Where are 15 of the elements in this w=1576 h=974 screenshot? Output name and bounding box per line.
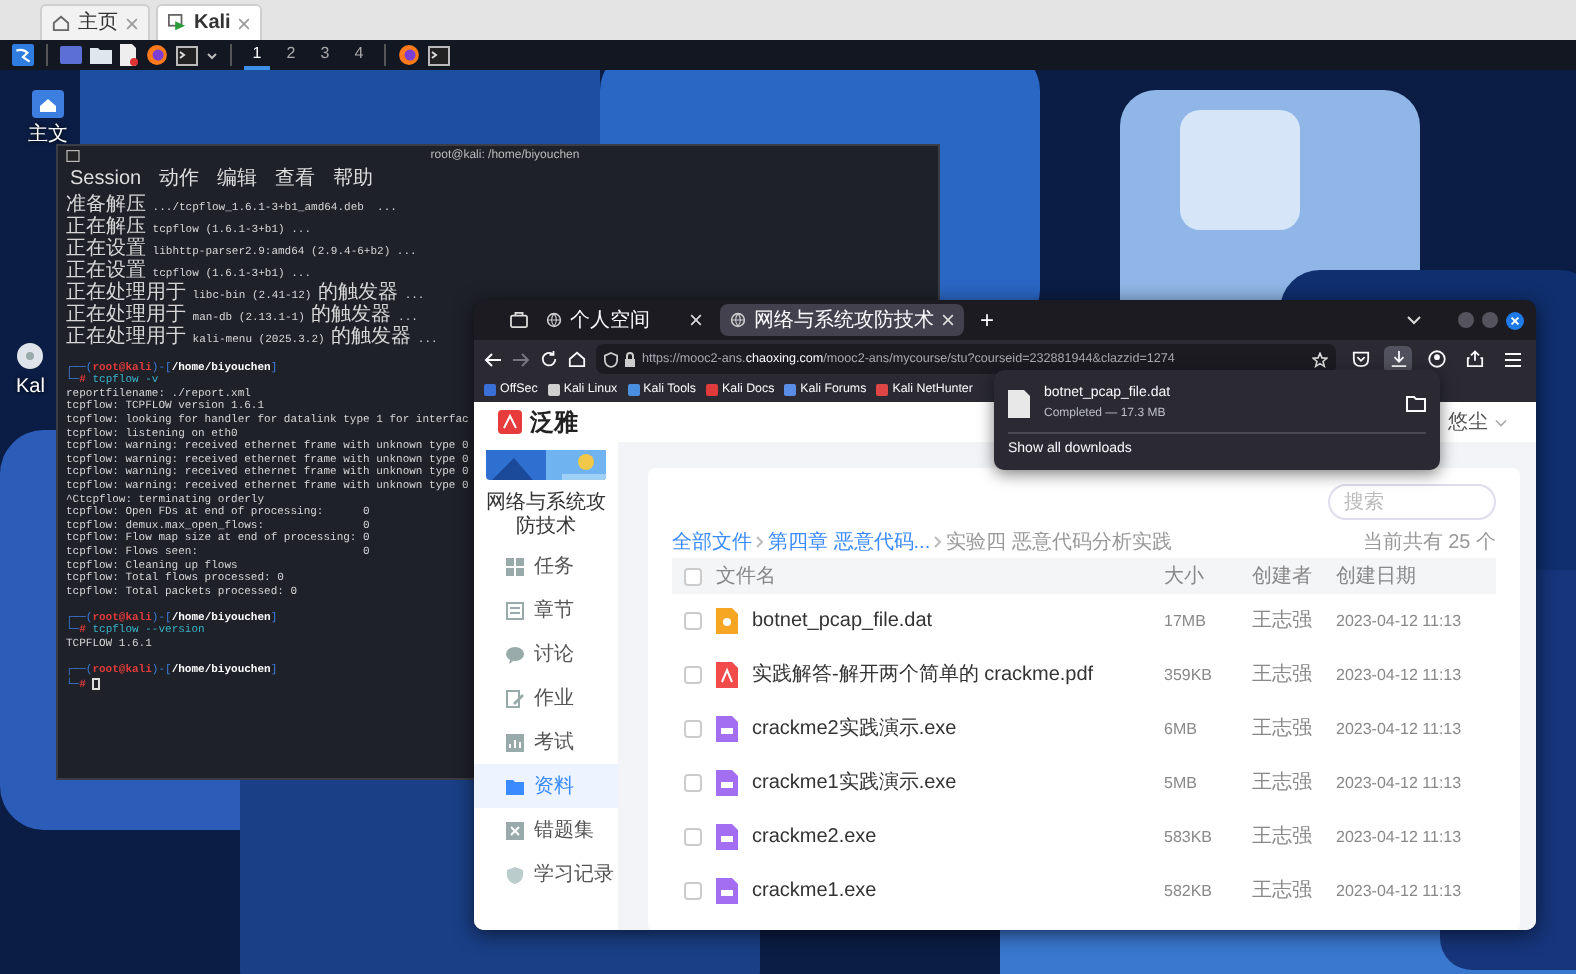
vm-icon xyxy=(168,14,186,32)
folder-icon[interactable] xyxy=(90,46,112,64)
firefox-icon[interactable] xyxy=(146,44,168,66)
vm-tab[interactable]: Kali xyxy=(156,4,263,40)
text-editor-icon[interactable] xyxy=(120,44,138,66)
workspace-button[interactable]: 2 xyxy=(278,40,304,70)
vm-tab[interactable]: 主页 xyxy=(40,4,150,40)
caret-icon[interactable] xyxy=(206,49,218,61)
home-icon xyxy=(52,14,70,32)
terminal-icon[interactable] xyxy=(428,45,450,65)
firefox-icon[interactable] xyxy=(398,44,420,66)
app-menu-icon[interactable] xyxy=(12,44,34,66)
terminal-icon[interactable] xyxy=(176,45,198,65)
workspace-button[interactable]: 3 xyxy=(312,40,338,70)
workspace-button[interactable]: 4 xyxy=(346,40,372,70)
